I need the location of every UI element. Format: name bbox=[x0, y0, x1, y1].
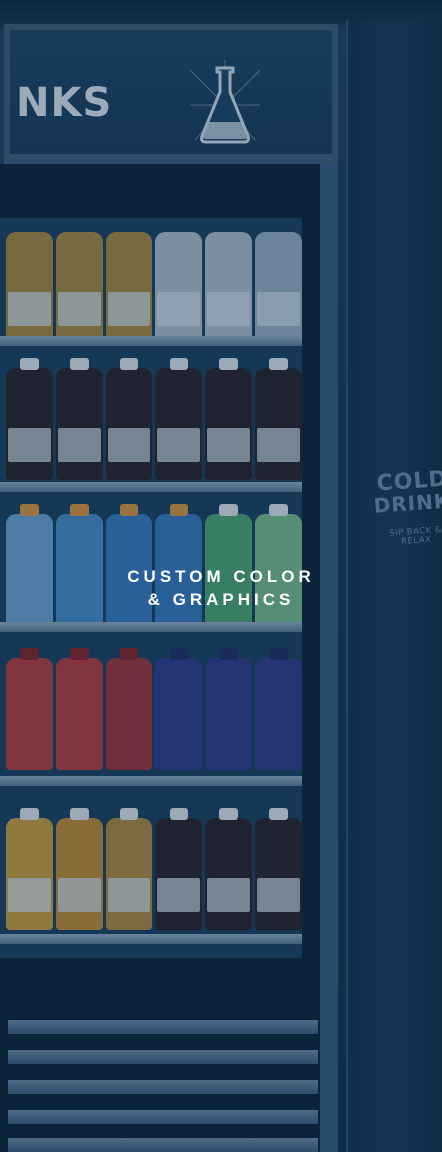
caption-line-1: CUSTOM COLOR bbox=[127, 567, 315, 586]
hero-image: COLD DRINKS SIP BACK & RELAX NKS CUSTOM … bbox=[0, 0, 442, 1152]
caption-line-2: & GRAPHICS bbox=[147, 589, 295, 609]
hero-caption: CUSTOM COLOR & GRAPHICS bbox=[0, 566, 442, 612]
